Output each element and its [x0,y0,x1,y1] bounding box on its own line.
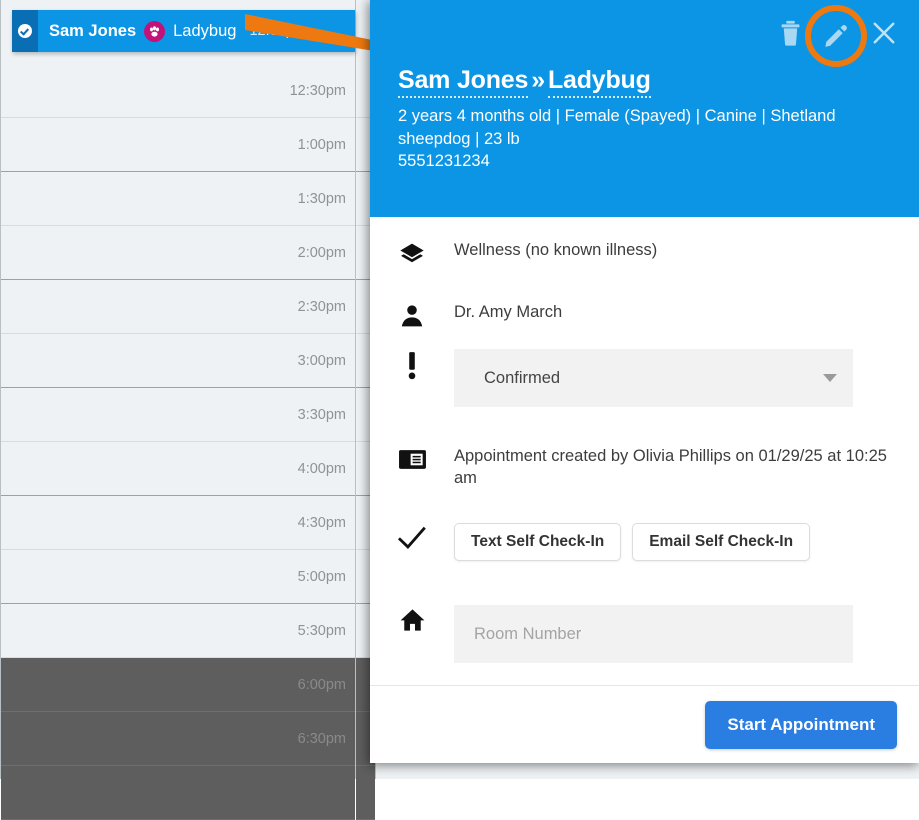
title-separator: » [528,66,548,94]
calendar-time-label: 5:30pm [298,623,346,639]
panel-action-bar [780,20,897,51]
edit-appointment-button[interactable] [823,23,849,49]
event-label-group: Sam Jones Ladybug 12:00p [38,21,294,42]
check-circle-icon [18,24,32,38]
patient-name-link[interactable]: Ladybug [548,66,651,98]
calendar-time-slot[interactable]: 2:30pm [1,280,355,334]
row-room-number [370,605,919,663]
row-appointment-type: Wellness (no known illness) [370,239,919,269]
created-by-content: Appointment created by Olivia Phillips o… [454,445,919,490]
calendar-time-slot[interactable]: 5:00pm [1,550,355,604]
calendar-time-slot[interactable]: 2:00pm [1,226,355,280]
calendar-time-label: 6:30pm [298,731,346,747]
calendar-time-label: 12:30pm [290,83,346,99]
calendar-time-slot[interactable]: 5:30pm [1,604,355,658]
note-icon [370,445,454,472]
paw-icon [144,21,165,42]
email-self-check-in-button[interactable]: Email Self Check-In [632,523,810,561]
client-name-link[interactable]: Sam Jones [398,66,528,98]
start-appointment-button[interactable]: Start Appointment [705,701,897,749]
person-icon [370,301,454,329]
appointment-type-text: Wellness (no known illness) [454,239,889,261]
calendar-event-sam-jones-ladybug[interactable]: Sam Jones Ladybug 12:00p [12,10,355,52]
calendar-slot-gutter [356,766,375,820]
calendar-time-slot[interactable]: 4:00pm [1,442,355,496]
event-time-label: 12:00p [249,23,293,39]
close-icon[interactable] [871,20,897,51]
layers-icon [370,239,454,269]
checkmark-icon [370,523,454,551]
appointment-detail-panel: Sam Jones»Ladybug 2 years 4 months old |… [370,0,919,763]
calendar-time-label: 2:30pm [298,299,346,315]
panel-body: Wellness (no known illness) Dr. Amy Marc… [370,217,919,685]
client-phone-number: 5551231234 [398,150,893,173]
self-check-in-button-group: Text Self Check-In Email Self Check-In [454,523,889,561]
calendar-time-slot[interactable]: 6:30pm [1,712,355,766]
calendar-time-label: 6:00pm [298,677,346,693]
calendar-time-slot[interactable]: 4:30pm [1,496,355,550]
calendar-time-slot[interactable]: 12:30pm [1,64,355,118]
calendar-time-label: 2:00pm [298,245,346,261]
event-patient-name: Ladybug [173,22,236,41]
text-self-check-in-button[interactable]: Text Self Check-In [454,523,621,561]
appointment-status-value: Confirmed [484,369,560,388]
self-check-in-content: Text Self Check-In Email Self Check-In [454,523,919,561]
calendar-time-label: 1:00pm [298,137,346,153]
row-status: Confirmed [370,349,919,407]
patient-details-line: 2 years 4 months old | Female (Spayed) |… [398,105,868,151]
calendar-time-slot[interactable]: 6:00pm [1,658,355,712]
trash-icon[interactable] [780,20,801,51]
room-number-content [454,605,919,663]
row-self-check-in: Text Self Check-In Email Self Check-In [370,523,919,561]
calendar-time-label: 3:30pm [298,407,346,423]
created-by-text: Appointment created by Olivia Phillips o… [454,445,889,490]
row-created-by: Appointment created by Olivia Phillips o… [370,445,919,490]
row-doctor: Dr. Amy March [370,301,919,329]
exclamation-icon [370,349,454,381]
calendar-time-label: 3:00pm [298,353,346,369]
calendar-time-slot[interactable]: 3:30pm [1,388,355,442]
home-icon [370,605,454,633]
event-client-name: Sam Jones [49,22,136,41]
status-content: Confirmed [454,349,919,407]
calendar-time-slot[interactable]: 1:00pm [1,118,355,172]
pencil-icon [823,23,849,49]
panel-header: Sam Jones»Ladybug 2 years 4 months old |… [370,0,919,217]
calendar-time-label: 4:30pm [298,515,346,531]
doctor-content: Dr. Amy March [454,301,919,323]
appointment-status-select[interactable]: Confirmed [454,349,853,407]
chevron-down-icon [823,374,837,382]
doctor-name-text: Dr. Amy March [454,301,889,323]
calendar-time-gutter-border [355,0,356,779]
calendar-time-slot[interactable]: 3:00pm [1,334,355,388]
calendar-time-label: 5:00pm [298,569,346,585]
event-status-accent [12,10,38,52]
panel-title: Sam Jones»Ladybug [398,66,893,95]
calendar-time-label: 4:00pm [298,461,346,477]
calendar-time-slot[interactable] [1,766,355,820]
calendar-time-slot[interactable]: 1:30pm [1,172,355,226]
appointment-type-content: Wellness (no known illness) [454,239,919,261]
room-number-input[interactable] [454,605,853,663]
panel-footer: Start Appointment [370,685,919,763]
calendar-time-label: 1:30pm [298,191,346,207]
